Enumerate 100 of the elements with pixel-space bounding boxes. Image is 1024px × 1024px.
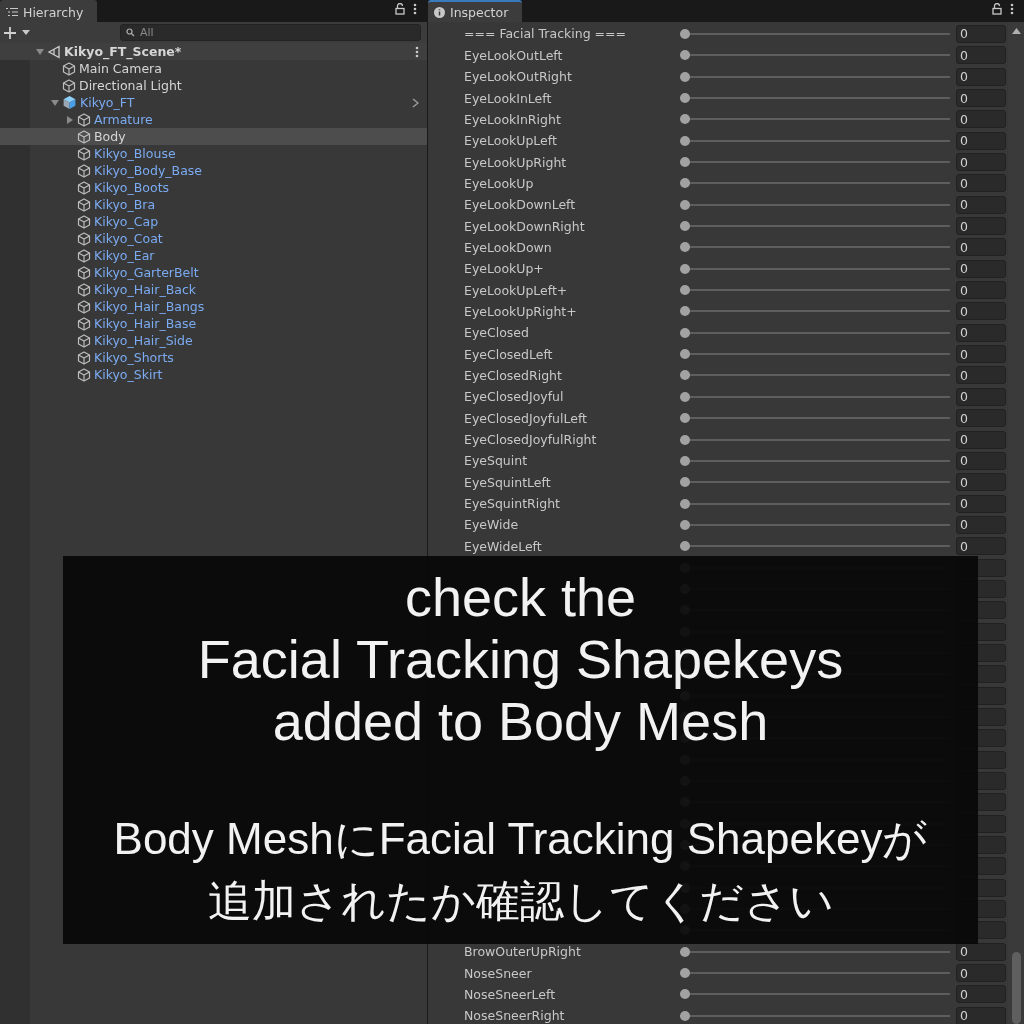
inspector-tab[interactable]: Inspector xyxy=(428,0,523,22)
hierarchy-item[interactable]: Kikyo_Hair_Side xyxy=(0,332,427,349)
shapekey-label: EyeSquint xyxy=(463,453,529,469)
value-field[interactable]: 0 xyxy=(956,259,1006,278)
slider-thumb[interactable] xyxy=(680,519,690,530)
item-label: Kikyo_Shorts xyxy=(94,350,174,365)
slider-thumb[interactable] xyxy=(680,498,690,509)
cube-icon xyxy=(77,180,91,195)
slider-thumb[interactable] xyxy=(680,455,690,466)
value-field[interactable]: 0 xyxy=(956,387,1006,406)
scene-row[interactable]: Kikyo_FT_Scene* xyxy=(0,43,427,60)
hierarchy-item[interactable]: Kikyo_Skirt xyxy=(0,366,427,383)
search-field[interactable]: All xyxy=(120,24,421,41)
cube-icon xyxy=(62,61,76,76)
value-field[interactable]: 0 xyxy=(956,89,1006,107)
slider-thumb[interactable] xyxy=(680,989,690,1000)
shapekey-label: EyeWide xyxy=(463,517,520,533)
cube-icon xyxy=(77,367,91,382)
slider-thumb[interactable] xyxy=(680,946,690,957)
value-field[interactable]: 0 xyxy=(956,67,1006,86)
value-field[interactable]: 0 xyxy=(956,494,1006,513)
caption-subtitle: Body MeshにFacial Tracking Shapekeyが xyxy=(113,813,928,865)
value-field[interactable]: 0 xyxy=(956,964,1006,983)
hierarchy-item[interactable]: Kikyo_Blouse xyxy=(0,145,427,162)
slider-thumb[interactable] xyxy=(680,93,690,103)
slider-thumb[interactable] xyxy=(680,1010,690,1021)
hierarchy-item[interactable]: Kikyo_Coat xyxy=(0,230,427,247)
slider-thumb[interactable] xyxy=(680,306,690,317)
value-field[interactable]: 0 xyxy=(956,451,1006,470)
slider-thumb[interactable] xyxy=(680,199,690,210)
hierarchy-item[interactable]: Kikyo_Cap xyxy=(0,213,427,230)
value-field[interactable]: 0 xyxy=(956,153,1006,172)
value-field[interactable]: 0 xyxy=(956,323,1006,342)
hierarchy-item[interactable]: Kikyo_Hair_Back xyxy=(0,281,427,298)
hierarchy-item[interactable]: Kikyo_Boots xyxy=(0,179,427,196)
value-field[interactable]: 0 xyxy=(956,174,1006,193)
slider-thumb[interactable] xyxy=(680,370,690,381)
slider-thumb[interactable] xyxy=(680,50,690,61)
value-field[interactable]: 0 xyxy=(956,473,1006,492)
slider-thumb[interactable] xyxy=(680,477,690,488)
value-field[interactable]: 0 xyxy=(956,409,1006,428)
hierarchy-item[interactable]: Main Camera xyxy=(0,60,427,77)
value-field[interactable]: 0 xyxy=(956,195,1006,214)
cube-icon xyxy=(77,350,91,365)
cube-icon xyxy=(77,112,91,127)
slider-thumb[interactable] xyxy=(680,349,690,360)
cube-icon xyxy=(77,197,91,212)
slider-thumb[interactable] xyxy=(680,178,690,189)
slider-thumb[interactable] xyxy=(680,135,690,146)
value-field[interactable]: 0 xyxy=(956,110,1006,129)
value-field[interactable]: 0 xyxy=(956,345,1006,364)
hierarchy-item[interactable]: Kikyo_Bra xyxy=(0,196,427,213)
slider-thumb[interactable] xyxy=(680,413,690,424)
slider-thumb[interactable] xyxy=(680,285,690,296)
shapekey-label: EyeLookUp xyxy=(463,175,535,191)
hierarchy-item[interactable]: Kikyo_GarterBelt xyxy=(0,264,427,281)
slider-thumb[interactable] xyxy=(680,541,690,552)
hierarchy-item[interactable]: Armature xyxy=(0,111,427,128)
value-field[interactable]: 0 xyxy=(956,24,1006,43)
slider-thumb[interactable] xyxy=(680,434,690,445)
slider-thumb[interactable] xyxy=(680,327,690,338)
hierarchy-tab[interactable]: Hierarchy xyxy=(0,0,98,22)
item-label: Kikyo_Ear xyxy=(94,248,155,263)
slider-thumb[interactable] xyxy=(680,221,690,232)
hierarchy-item[interactable]: Directional Light xyxy=(0,77,427,94)
hierarchy-item[interactable]: Kikyo_Shorts xyxy=(0,349,427,366)
shapekey-label: EyeLookInLeft xyxy=(463,90,553,106)
shapekey-label: EyeLookOutRight xyxy=(463,69,573,85)
value-field[interactable]: 0 xyxy=(956,515,1006,534)
slider-thumb[interactable] xyxy=(680,263,690,274)
slider-thumb[interactable] xyxy=(680,157,690,168)
hierarchy-item[interactable]: Kikyo_Hair_Bangs xyxy=(0,298,427,315)
slider-thumb[interactable] xyxy=(680,28,690,39)
hierarchy-item[interactable]: Kikyo_Body_Base xyxy=(0,162,427,179)
hierarchy-item[interactable]: Kikyo_Ear xyxy=(0,247,427,264)
collapse-arrow-icon xyxy=(36,47,44,56)
value-field[interactable]: 0 xyxy=(956,302,1006,321)
slider-thumb[interactable] xyxy=(680,71,690,82)
value-field[interactable]: 0 xyxy=(956,1006,1006,1024)
slider-thumb[interactable] xyxy=(680,114,690,125)
value-field[interactable]: 0 xyxy=(956,46,1006,65)
value-field[interactable]: 0 xyxy=(956,217,1006,236)
hierarchy-item[interactable]: Body xyxy=(0,128,427,145)
slider-thumb[interactable] xyxy=(680,242,690,253)
value-field[interactable]: 0 xyxy=(956,985,1006,1004)
value-field[interactable]: 0 xyxy=(956,131,1006,150)
shapekey-label: EyeClosedRight xyxy=(463,367,563,383)
value-field[interactable]: 0 xyxy=(956,238,1006,257)
slider-thumb[interactable] xyxy=(680,391,690,402)
value-field[interactable]: 0 xyxy=(956,281,1006,300)
shapekey-label: EyeLookInRight xyxy=(463,111,562,127)
value-field[interactable]: 0 xyxy=(956,430,1006,449)
scrollbar-thumb[interactable] xyxy=(1011,952,1021,1024)
value-field[interactable]: 0 xyxy=(956,942,1006,961)
shapekey-label: EyeWideLeft xyxy=(463,538,543,554)
value-field[interactable]: 0 xyxy=(956,537,1006,556)
hierarchy-item[interactable]: Kikyo_FT xyxy=(0,94,427,111)
slider-thumb[interactable] xyxy=(680,968,690,979)
value-field[interactable]: 0 xyxy=(956,366,1006,385)
hierarchy-item[interactable]: Kikyo_Hair_Base xyxy=(0,315,427,332)
